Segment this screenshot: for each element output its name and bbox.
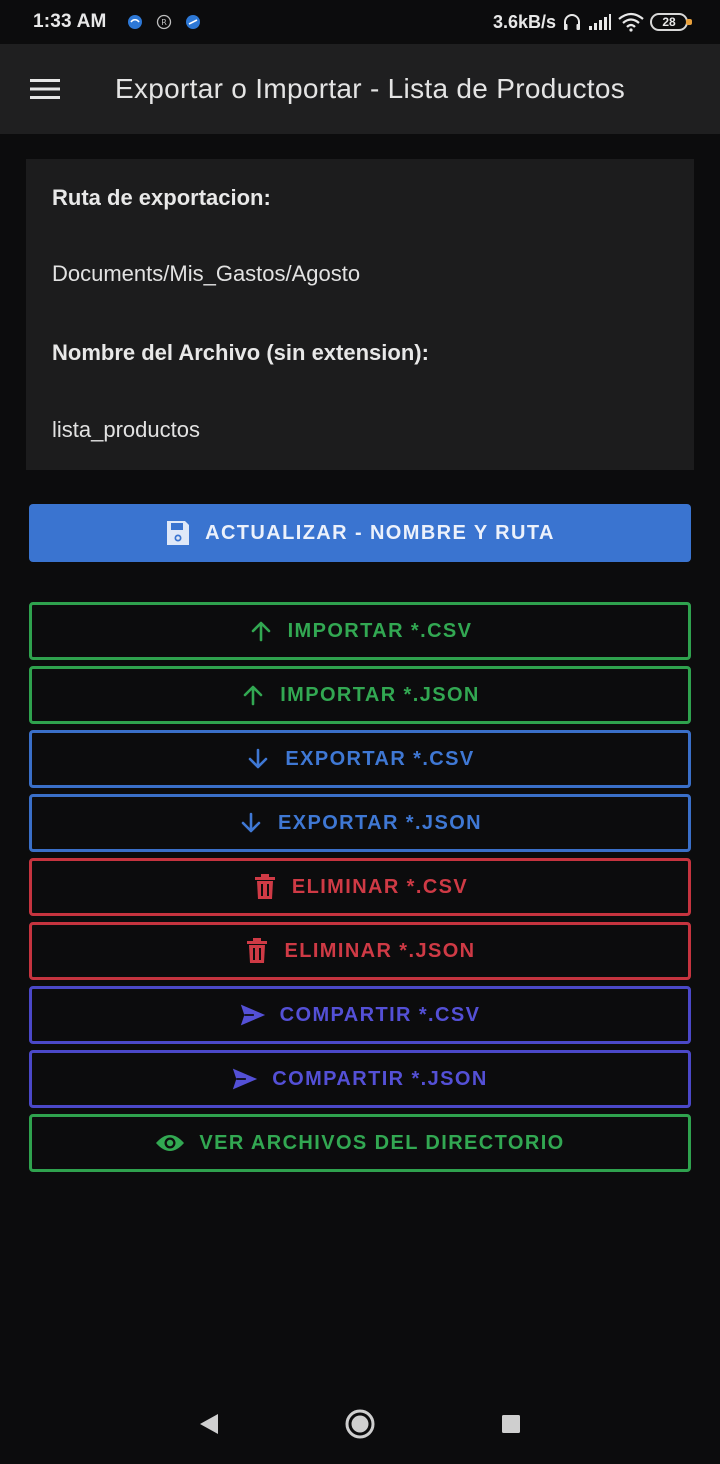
import-csv-button[interactable]: IMPORTAR *.CSV (29, 602, 691, 660)
import-csv-label: IMPORTAR *.CSV (287, 619, 473, 642)
back-icon[interactable] (191, 1406, 227, 1442)
export-path-label: Ruta de exportacion: (52, 185, 271, 210)
status-bar: 1:33 AM R 3.6kB/s 28 (0, 0, 720, 44)
arrow-down-icon (245, 746, 271, 772)
update-name-path-button[interactable]: ACTUALIZAR - NOMBRE Y RUTA (29, 504, 691, 562)
signal-icon (589, 14, 611, 30)
home-icon[interactable] (342, 1406, 378, 1442)
svg-text:R: R (161, 18, 167, 27)
app-bar: Exportar o Importar - Lista de Productos (0, 44, 720, 134)
import-json-label: IMPORTAR *.JSON (280, 683, 480, 706)
headphones-icon (564, 14, 580, 30)
share-csv-button[interactable]: COMPARTIR *.CSV (29, 986, 691, 1044)
hamburger-menu-icon (30, 79, 60, 99)
filename-value: lista_productos (52, 417, 200, 442)
export-path-value: Documents/Mis_Gastos/Agosto (52, 261, 361, 286)
update-button-label: ACTUALIZAR - NOMBRE Y RUTA (205, 521, 555, 544)
save-icon (165, 520, 191, 546)
recents-icon[interactable] (493, 1406, 529, 1442)
status-time: 1:33 AM (33, 11, 107, 32)
menu-button[interactable] (0, 44, 90, 134)
share-csv-label: COMPARTIR *.CSV (279, 1003, 481, 1026)
send-icon (232, 1066, 258, 1092)
send-icon (240, 1002, 266, 1028)
notification-icon: R (156, 14, 171, 30)
notification-icon (185, 15, 200, 29)
trash-icon (244, 938, 270, 964)
export-json-label: EXPORTAR *.JSON (278, 811, 482, 834)
delete-json-label: ELIMINAR *.JSON (284, 939, 476, 962)
delete-json-button[interactable]: ELIMINAR *.JSON (29, 922, 691, 980)
trash-icon (252, 874, 278, 900)
eye-icon (155, 1130, 185, 1156)
delete-csv-label: ELIMINAR *.CSV (291, 875, 469, 898)
arrow-down-icon (238, 810, 264, 836)
arrow-up-icon (240, 682, 266, 708)
notification-icons: R (127, 14, 201, 30)
page-title: Exportar o Importar - Lista de Productos (115, 73, 625, 104)
delete-csv-button[interactable]: ELIMINAR *.CSV (29, 858, 691, 916)
filename-label: Nombre del Archivo (sin extension): (52, 340, 429, 365)
wifi-icon (618, 12, 644, 32)
share-json-label: COMPARTIR *.JSON (272, 1067, 488, 1090)
view-directory-files-button[interactable]: VER ARCHIVOS DEL DIRECTORIO (29, 1114, 691, 1172)
info-card: Ruta de exportacion: Documents/Mis_Gasto… (26, 159, 694, 470)
export-csv-label: EXPORTAR *.CSV (285, 747, 475, 770)
notification-icon (127, 15, 142, 29)
view-files-label: VER ARCHIVOS DEL DIRECTORIO (199, 1131, 565, 1154)
import-json-button[interactable]: IMPORTAR *.JSON (29, 666, 691, 724)
network-speed: 3.6kB/s (492, 11, 556, 32)
export-csv-button[interactable]: EXPORTAR *.CSV (29, 730, 691, 788)
arrow-up-icon (248, 618, 274, 644)
battery-icon: 28 (650, 13, 692, 31)
export-json-button[interactable]: EXPORTAR *.JSON (29, 794, 691, 852)
share-json-button[interactable]: COMPARTIR *.JSON (29, 1050, 691, 1108)
system-nav-bar (0, 1384, 720, 1464)
